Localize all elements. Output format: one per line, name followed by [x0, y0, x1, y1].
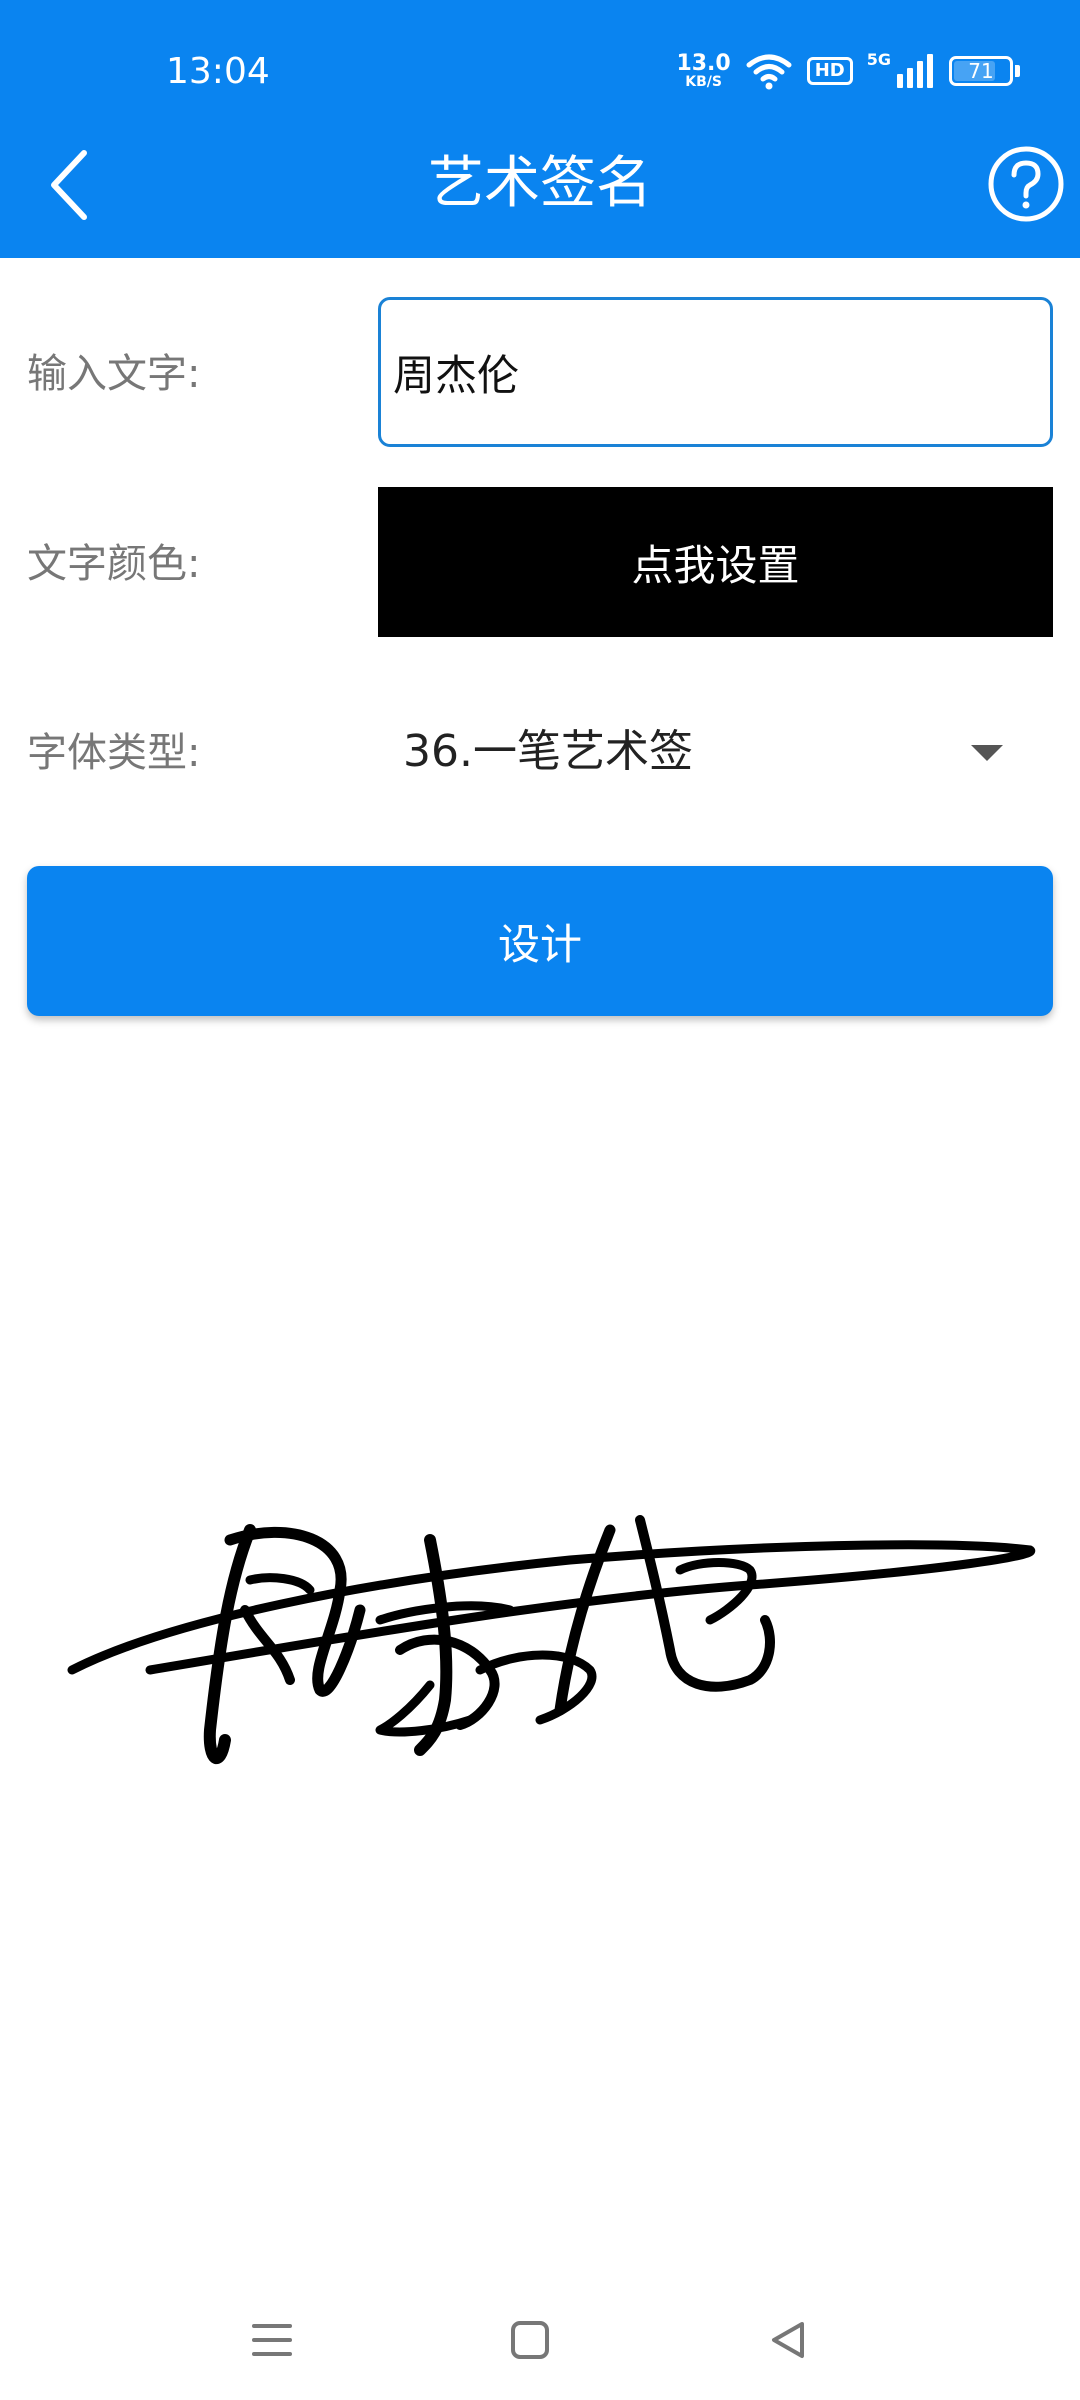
status-bar: 13:04 13.0 KB/S HD 5G 71	[0, 0, 1080, 130]
chevron-left-icon	[51, 150, 87, 220]
nav-back-button[interactable]	[748, 2300, 828, 2380]
font-label: 字体类型:	[27, 730, 201, 776]
system-nav-bar	[0, 2280, 1080, 2400]
square-home-icon	[511, 2321, 549, 2359]
app-header: 13:04 13.0 KB/S HD 5G 71 艺术签名	[0, 0, 1080, 258]
question-circle-icon	[988, 146, 1064, 222]
signal-icon	[897, 54, 933, 88]
nav-home-button[interactable]	[490, 2300, 570, 2380]
page-title: 艺术签名	[428, 151, 652, 216]
color-label: 文字颜色:	[27, 541, 201, 587]
font-select-value: 36.一笔艺术签	[403, 726, 693, 777]
help-button[interactable]	[986, 144, 1066, 224]
battery-icon: 71	[949, 56, 1020, 86]
color-picker-button[interactable]: 点我设置	[378, 487, 1053, 637]
signature-text-input[interactable]	[378, 297, 1053, 447]
status-time: 13:04	[166, 51, 270, 92]
back-button[interactable]	[24, 140, 114, 230]
font-type-select[interactable]: 36.一笔艺术签	[378, 717, 1053, 787]
nav-menu-button[interactable]	[232, 2300, 312, 2380]
signature-image	[67, 1515, 1036, 1765]
menu-icon	[252, 2324, 292, 2356]
dropdown-arrow-icon	[971, 745, 1003, 761]
network-type: 5G	[866, 49, 891, 69]
battery-level: 71	[968, 59, 994, 83]
wifi-icon	[746, 54, 792, 90]
input-label: 输入文字:	[27, 351, 201, 397]
hd-badge: HD	[806, 57, 853, 85]
network-speed: 13.0 KB/S	[676, 51, 731, 90]
triangle-back-icon	[772, 2322, 804, 2358]
status-icons: 13.0 KB/S HD 5G 71	[676, 46, 1020, 96]
design-button[interactable]: 设计	[27, 866, 1053, 1016]
network-speed-value: 13.0	[676, 51, 731, 76]
network-speed-unit: KB/S	[685, 74, 722, 90]
